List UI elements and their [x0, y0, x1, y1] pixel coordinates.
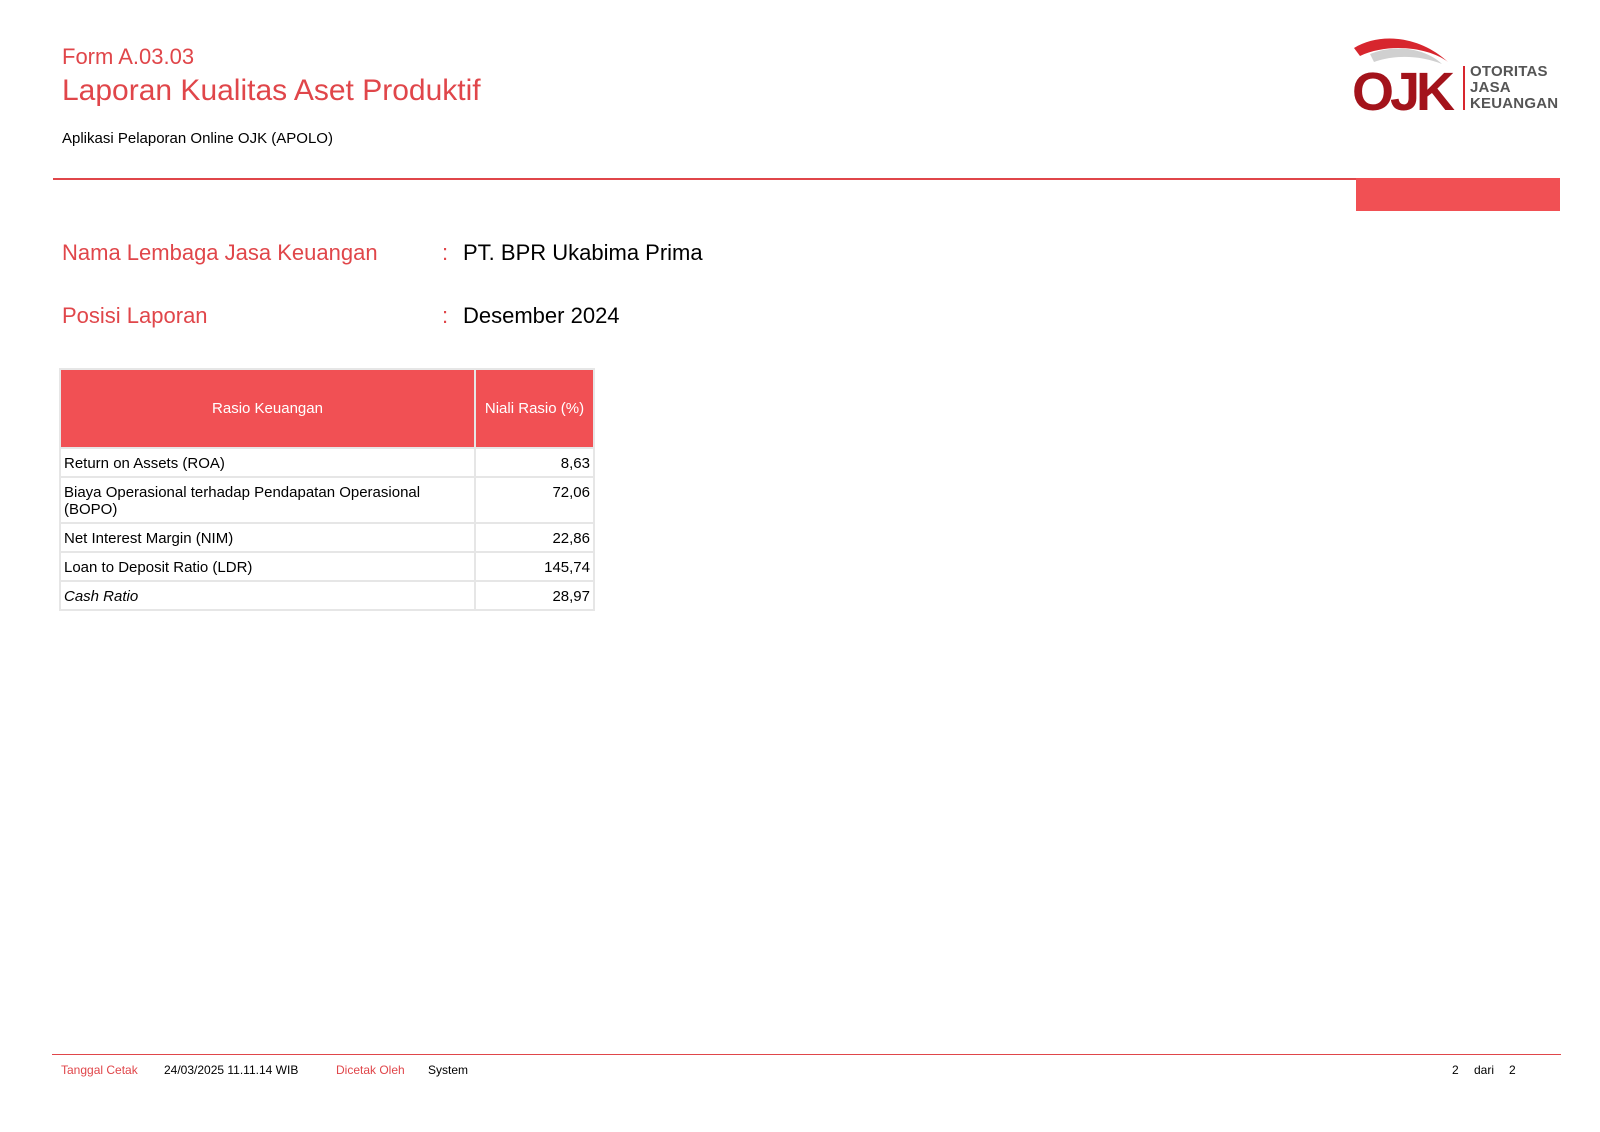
printed-by-label: Dicetak Oleh: [336, 1063, 405, 1077]
period-colon: :: [442, 303, 449, 328]
logo-line-2: JASA: [1470, 79, 1511, 96]
logo-mark: OJK: [1352, 62, 1455, 116]
ratio-value: 145,74: [473, 551, 596, 582]
table-header-row: Rasio Keuangan Niali Rasio (%): [59, 368, 596, 449]
table-row: Loan to Deposit Ratio (LDR) 145,74: [59, 551, 596, 582]
header-divider: [53, 178, 1356, 180]
page-current: 2: [1452, 1063, 1459, 1077]
header-ratio-value: Niali Rasio (%): [473, 368, 596, 449]
ratio-value: 8,63: [473, 447, 596, 478]
table-row: Net Interest Margin (NIM) 22,86: [59, 522, 596, 553]
ratio-name: Biaya Operasional terhadap Pendapatan Op…: [59, 476, 476, 524]
ratio-table: Rasio Keuangan Niali Rasio (%) Return on…: [59, 368, 596, 611]
ratio-name: Cash Ratio: [59, 580, 476, 611]
period-label: Posisi Laporan: [62, 303, 208, 328]
footer-divider: [52, 1054, 1561, 1055]
print-date-label: Tanggal Cetak: [61, 1063, 138, 1077]
page-separator: dari: [1474, 1063, 1495, 1077]
header-ratio-name: Rasio Keuangan: [59, 368, 476, 449]
ratio-name: Return on Assets (ROA): [59, 447, 476, 478]
table-row: Cash Ratio 28,97: [59, 580, 596, 611]
app-name: Aplikasi Pelaporan Online OJK (APOLO): [62, 130, 333, 147]
period-value: Desember 2024: [463, 303, 620, 328]
logo-wordmark: OTORITAS JASA KEUANGAN: [1470, 64, 1558, 112]
print-date-value: 24/03/2025 11.11.14 WIB: [164, 1063, 299, 1077]
ratio-value: 28,97: [473, 580, 596, 611]
ratio-name: Net Interest Margin (NIM): [59, 522, 476, 553]
page-total: 2: [1509, 1063, 1516, 1077]
table-row: Biaya Operasional terhadap Pendapatan Op…: [59, 476, 596, 524]
table-row: Return on Assets (ROA) 8,63: [59, 447, 596, 478]
header-accent-bar: [1356, 178, 1560, 211]
logo-line-1: OTORITAS: [1470, 63, 1548, 80]
printed-by-value: System: [428, 1063, 469, 1077]
logo-line-3: KEUANGAN: [1470, 95, 1559, 112]
ratio-value: 72,06: [473, 476, 596, 524]
ratio-name: Loan to Deposit Ratio (LDR): [59, 551, 476, 582]
ratio-value: 22,86: [473, 522, 596, 553]
institution-value: PT. BPR Ukabima Prima: [463, 240, 703, 265]
logo-divider: [1463, 66, 1465, 110]
institution-label: Nama Lembaga Jasa Keuangan: [62, 240, 378, 265]
institution-colon: :: [442, 240, 449, 265]
form-code: Form A.03.03: [62, 44, 195, 69]
page-title: Laporan Kualitas Aset Produktif: [62, 74, 481, 107]
